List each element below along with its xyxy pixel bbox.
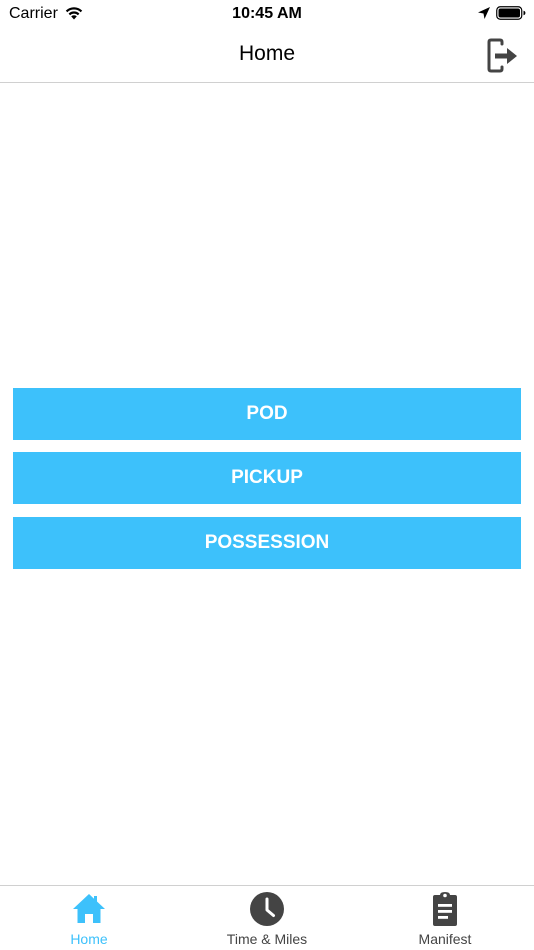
tab-time-miles-label: Time & Miles	[226, 931, 308, 947]
pickup-button[interactable]: PICKUP	[13, 452, 521, 504]
page-title: Home	[238, 42, 296, 65]
logout-icon	[487, 38, 517, 73]
tab-manifest-label: Manifest	[418, 931, 472, 947]
status-bar: Carrier 10:45 AM	[0, 0, 534, 28]
location-arrow-icon	[478, 7, 490, 19]
home-icon	[73, 894, 105, 923]
tab-time-miles[interactable]: Time & Miles	[178, 886, 356, 950]
possession-button[interactable]: POSSESSION	[13, 517, 521, 569]
nav-bar: Home	[0, 28, 534, 83]
battery-icon	[496, 6, 526, 20]
home-screen: Carrier 10:45 AM Home POD PICKUP POSSESS…	[0, 0, 534, 950]
logout-button[interactable]	[486, 38, 520, 74]
tab-home[interactable]: Home	[0, 886, 178, 950]
status-time: 10:45 AM	[232, 5, 302, 22]
tab-manifest[interactable]: Manifest	[356, 886, 534, 950]
clock-icon	[250, 892, 284, 926]
pod-button[interactable]: POD	[13, 388, 521, 440]
tab-home-label: Home	[70, 931, 108, 947]
tab-bar: Home Time & Miles Manifest	[0, 885, 534, 950]
clipboard-icon	[433, 892, 457, 926]
